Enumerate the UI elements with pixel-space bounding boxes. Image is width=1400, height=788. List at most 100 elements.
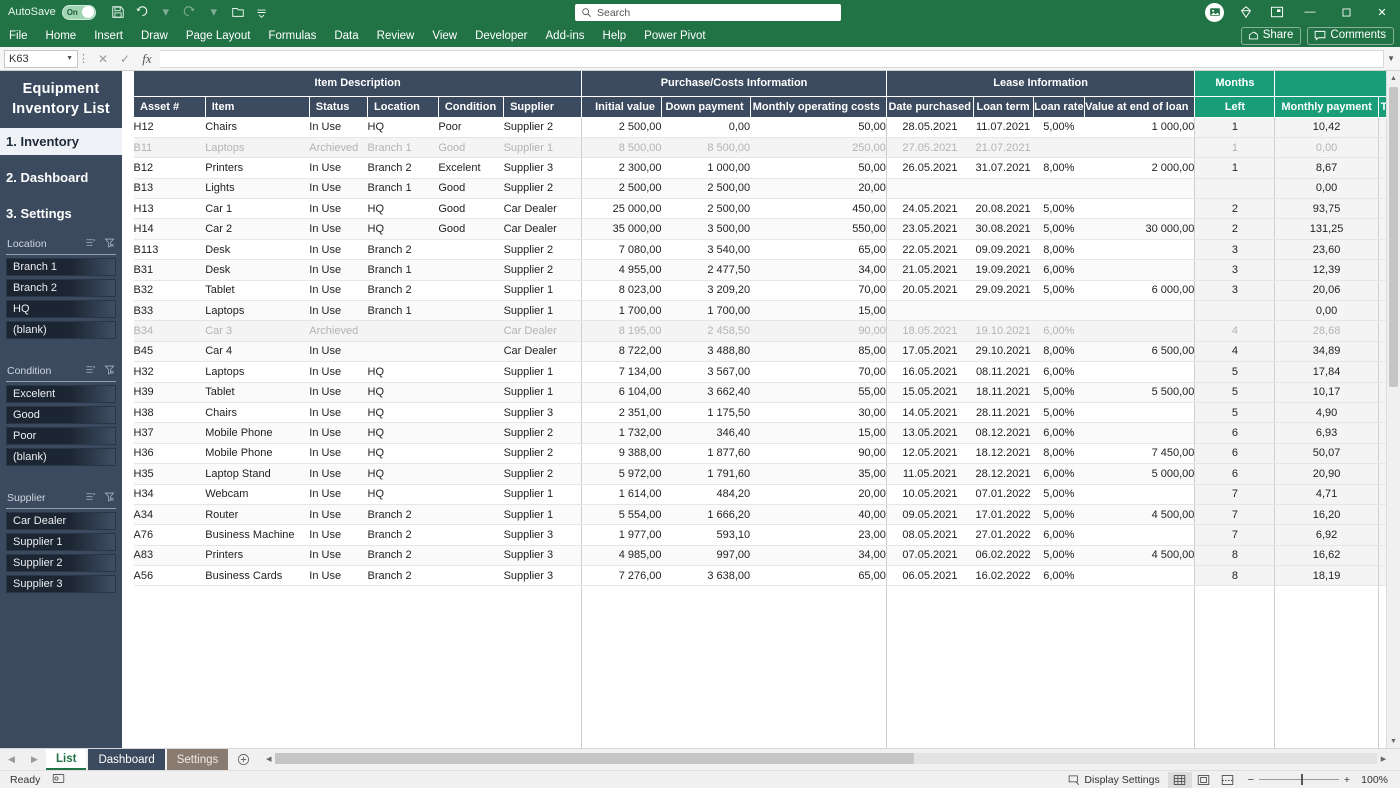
cell-empty[interactable]	[886, 688, 973, 708]
cell-monthly-operating-costs[interactable]: 15,00	[750, 301, 886, 321]
cell-down-payment[interactable]: 1 666,20	[662, 504, 751, 524]
cell-loan-term[interactable]: 27.01.2022	[973, 525, 1033, 545]
cell-months-left[interactable]: 5	[1195, 402, 1275, 422]
cell-empty[interactable]	[438, 708, 503, 728]
cell-empty[interactable]	[1085, 668, 1195, 688]
slicer-location-item[interactable]: Branch 2	[6, 279, 116, 297]
name-box-dropdown-icon[interactable]: ▼	[66, 55, 73, 62]
cell-initial-value[interactable]: 1 732,00	[582, 423, 662, 443]
formula-bar-handle[interactable]: ⋮	[78, 52, 89, 65]
cell-loan-rate[interactable]: 5,00%	[1033, 484, 1085, 504]
cell-loan-term[interactable]: 30.08.2021	[973, 219, 1033, 239]
col-monthly-payment[interactable]: Monthly payment	[1275, 96, 1378, 117]
cell-empty[interactable]	[1033, 668, 1085, 688]
cell-monthly-operating-costs[interactable]: 70,00	[750, 362, 886, 382]
cell-supplier[interactable]: Supplier 3	[504, 525, 582, 545]
cell-asset-number[interactable]: H38	[134, 402, 206, 422]
cell-down-payment[interactable]: 1 877,60	[662, 443, 751, 463]
cell-empty[interactable]	[309, 668, 367, 688]
cell-monthly-operating-costs[interactable]: 40,00	[750, 504, 886, 524]
cell-empty[interactable]	[205, 688, 309, 708]
cell-empty[interactable]	[1195, 647, 1275, 667]
cell-monthly-payment[interactable]: 34,89	[1275, 341, 1378, 361]
cell-date-purchased[interactable]: 28.05.2021	[886, 117, 973, 137]
cell-down-payment[interactable]: 2 500,00	[662, 178, 751, 198]
cell-item[interactable]: Chairs	[205, 117, 309, 137]
cell-loan-rate[interactable]: 6,00%	[1033, 525, 1085, 545]
cell-value-at-end-of-loan[interactable]	[1085, 239, 1195, 259]
cell-date-purchased[interactable]: 15.05.2021	[886, 382, 973, 402]
cell-monthly-operating-costs[interactable]: 70,00	[750, 280, 886, 300]
cell-loan-term[interactable]	[973, 301, 1033, 321]
col-monthly-operating-costs[interactable]: Monthly operating costs	[750, 96, 886, 117]
cell-monthly-operating-costs[interactable]: 90,00	[750, 443, 886, 463]
undo-dropdown-icon[interactable]: ▾	[154, 2, 178, 22]
cell-empty[interactable]	[662, 729, 751, 748]
cell-monthly-payment[interactable]: 8,67	[1275, 158, 1378, 178]
cell-initial-value[interactable]: 8 722,00	[582, 341, 662, 361]
cell-date-purchased[interactable]: 13.05.2021	[886, 423, 973, 443]
cell-item[interactable]: Car 3	[205, 321, 309, 341]
cell-months-left[interactable]: 7	[1195, 484, 1275, 504]
cell-monthly-payment[interactable]: 4,71	[1275, 484, 1378, 504]
cell-empty[interactable]	[1085, 627, 1195, 647]
cell-empty[interactable]	[504, 606, 582, 626]
cell-monthly-payment[interactable]: 10,17	[1275, 382, 1378, 402]
cell-months-left[interactable]: 8	[1195, 545, 1275, 565]
cell-monthly-payment[interactable]: 4,90	[1275, 402, 1378, 422]
cell-empty[interactable]	[134, 729, 206, 748]
zoom-out-button[interactable]: −	[1248, 774, 1254, 786]
cell-loan-term[interactable]: 17.01.2022	[973, 504, 1033, 524]
cell-empty[interactable]	[134, 708, 206, 728]
cell-down-payment[interactable]: 3 209,20	[662, 280, 751, 300]
cell-empty[interactable]	[1033, 708, 1085, 728]
cell-empty[interactable]	[309, 647, 367, 667]
table-row[interactable]: H13Car 1In UseHQGoodCar Dealer25 000,002…	[134, 199, 1400, 219]
cell-monthly-payment[interactable]: 16,20	[1275, 504, 1378, 524]
cell-empty[interactable]	[368, 668, 439, 688]
cell-item[interactable]: Laptops	[205, 362, 309, 382]
cell-item[interactable]: Lights	[205, 178, 309, 198]
cell-location[interactable]	[368, 321, 439, 341]
cell-date-purchased[interactable]: 21.05.2021	[886, 260, 973, 280]
cell-empty[interactable]	[205, 668, 309, 688]
cell-asset-number[interactable]: A76	[134, 525, 206, 545]
cell-asset-number[interactable]: A56	[134, 566, 206, 586]
zoom-knob[interactable]	[1301, 774, 1303, 785]
cell-status[interactable]: In Use	[309, 402, 367, 422]
slicer-supplier-item[interactable]: Supplier 2	[6, 554, 116, 572]
cell-loan-term[interactable]: 19.09.2021	[973, 260, 1033, 280]
cell-down-payment[interactable]: 1 175,50	[662, 402, 751, 422]
cell-supplier[interactable]: Supplier 1	[504, 301, 582, 321]
cell-loan-rate[interactable]: 5,00%	[1033, 545, 1085, 565]
cell-empty[interactable]	[1275, 606, 1378, 626]
cell-monthly-payment[interactable]: 0,00	[1275, 301, 1378, 321]
cell-asset-number[interactable]: H37	[134, 423, 206, 443]
ribbon-tab-view[interactable]: View	[423, 24, 466, 47]
cell-empty[interactable]	[750, 586, 886, 606]
cell-empty[interactable]	[886, 708, 973, 728]
cell-status[interactable]: Archieved	[309, 137, 367, 157]
multi-select-icon[interactable]	[85, 364, 96, 378]
cell-date-purchased[interactable]: 17.05.2021	[886, 341, 973, 361]
cell-date-purchased[interactable]	[886, 301, 973, 321]
cell-status[interactable]: In Use	[309, 362, 367, 382]
cell-supplier[interactable]: Car Dealer	[504, 321, 582, 341]
cell-empty[interactable]	[1195, 708, 1275, 728]
cell-empty[interactable]	[1275, 668, 1378, 688]
table-row[interactable]: A56Business CardsIn UseBranch 2Supplier …	[134, 566, 1400, 586]
slicer-location-item[interactable]: (blank)	[6, 321, 116, 339]
sheet-tab-dashboard[interactable]: Dashboard	[88, 749, 164, 770]
formula-input[interactable]	[160, 50, 1384, 68]
cell-empty[interactable]	[582, 586, 662, 606]
cell-down-payment[interactable]: 3 540,00	[662, 239, 751, 259]
cell-item[interactable]: Chairs	[205, 402, 309, 422]
cell-monthly-payment[interactable]: 0,00	[1275, 137, 1378, 157]
cell-loan-rate[interactable]: 5,00%	[1033, 382, 1085, 402]
cell-date-purchased[interactable]: 22.05.2021	[886, 239, 973, 259]
cell-loan-term[interactable]: 20.08.2021	[973, 199, 1033, 219]
cell-asset-number[interactable]: A34	[134, 504, 206, 524]
sheet-tab-list[interactable]: List	[46, 749, 86, 770]
cell-supplier[interactable]: Supplier 1	[504, 484, 582, 504]
zoom-in-button[interactable]: +	[1344, 774, 1350, 786]
